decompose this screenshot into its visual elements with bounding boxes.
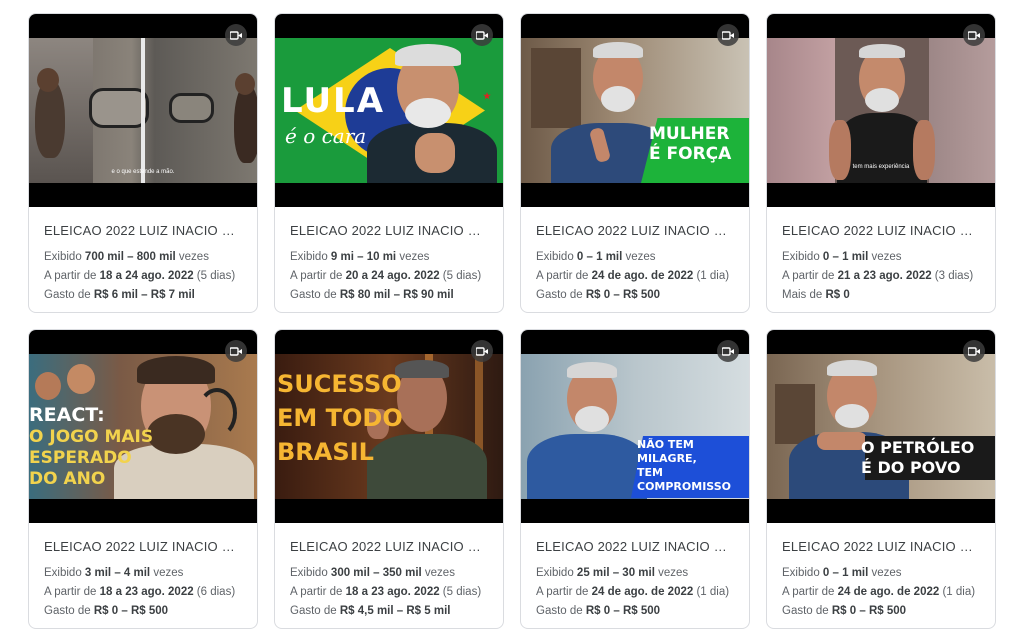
ad-thumbnail: e o que estende a mão.: [29, 14, 257, 207]
ad-card[interactable]: NÃO TEM MILAGRE, TEM COMPROMISSO ELEICAO…: [520, 329, 750, 629]
ad-date-range: A partir de 24 de ago. de 2022 (1 dia): [536, 270, 730, 282]
thumb-title: SUCESSO: [277, 370, 402, 398]
ad-date-range: A partir de 21 a 23 ago. 2022 (3 dias): [782, 270, 974, 282]
ad-title: ELEICAO 2022 LUIZ INACIO LU...: [44, 223, 242, 238]
ad-thumbnail: LULA é o cara: [275, 14, 503, 207]
ad-thumbnail: SUCESSO EM TODO BRASIL: [275, 330, 503, 523]
ad-spend: Gasto de R$ 0 – R$ 500: [44, 605, 169, 617]
ad-impressions: Exibido 700 mil – 800 mil vezes: [44, 251, 209, 263]
ad-date-range: A partir de 24 de ago. de 2022 (1 dia): [782, 586, 976, 598]
ad-title: ELEICAO 2022 LUIZ INACIO LU...: [290, 223, 488, 238]
ad-spend: Gasto de R$ 4,5 mil – R$ 5 mil: [290, 605, 451, 617]
thumb-title: MULHER: [649, 124, 730, 144]
thumb-subtitle: COMPROMISSO: [637, 480, 731, 493]
video-camera-icon: [225, 24, 247, 46]
ad-date-range: A partir de 24 de ago. de 2022 (1 dia): [536, 586, 730, 598]
thumb-subtitle: MILAGRE,: [637, 452, 697, 465]
ad-impressions: Exibido 0 – 1 mil vezes: [536, 251, 656, 263]
thumb-title: LULA: [281, 81, 386, 121]
thumb-subtitle: É FORÇA: [649, 144, 732, 164]
ad-date-range: A partir de 18 a 23 ago. 2022 (6 dias): [44, 586, 236, 598]
thumb-subtitle: DO ANO: [29, 469, 106, 489]
ad-spend: Gasto de R$ 80 mil – R$ 90 mil: [290, 289, 454, 301]
thumb-subtitle: O JOGO MAIS: [29, 427, 154, 447]
video-camera-icon: [717, 340, 739, 362]
thumb-subtitle: BRASIL: [277, 438, 374, 466]
ad-card[interactable]: O PETRÓLEO É DO POVO ELEICAO 2022 LUIZ I…: [766, 329, 996, 629]
thumb-subtitle: EM TODO: [277, 404, 403, 432]
thumb-subtitle: ESPERADO: [29, 448, 132, 468]
video-camera-icon: [963, 340, 985, 362]
ad-impressions: Exibido 9 mi – 10 mi vezes: [290, 251, 430, 263]
ad-date-range: A partir de 20 a 24 ago. 2022 (5 dias): [290, 270, 482, 282]
ad-grid: e o que estende a mão. ELEICAO 2022 LUIZ…: [28, 13, 996, 629]
video-camera-icon: [717, 24, 739, 46]
ad-spend: Mais de R$ 0: [782, 289, 850, 301]
ad-title: ELEICAO 2022 LUIZ INACIO LU...: [44, 539, 242, 554]
ad-card[interactable]: SUCESSO EM TODO BRASIL ELEICAO 2022 LUIZ…: [274, 329, 504, 629]
thumb-subtitle: e o que estende a mão.: [111, 169, 175, 175]
ad-impressions: Exibido 0 – 1 mil vezes: [782, 567, 902, 579]
ad-date-range: A partir de 18 a 23 ago. 2022 (5 dias): [290, 586, 482, 598]
video-camera-icon: [471, 340, 493, 362]
thumb-subtitle: É DO POVO: [861, 458, 961, 477]
ad-impressions: Exibido 3 mil – 4 mil vezes: [44, 567, 184, 579]
thumb-title: REACT:: [29, 404, 105, 426]
ad-thumbnail: tem mais experiência: [767, 14, 995, 207]
video-camera-icon: [225, 340, 247, 362]
ad-card[interactable]: LULA é o cara ELEICAO 2022 LUIZ INACIO L…: [274, 13, 504, 313]
ad-card[interactable]: e o que estende a mão. ELEICAO 2022 LUIZ…: [28, 13, 258, 313]
ad-spend: Gasto de R$ 0 – R$ 500: [782, 605, 907, 617]
ad-card[interactable]: REACT: O JOGO MAIS ESPERADO DO ANO ELEIC…: [28, 329, 258, 629]
thumb-subtitle: é o cara: [285, 124, 367, 148]
ad-spend: Gasto de R$ 0 – R$ 500: [536, 289, 661, 301]
ad-spend: Gasto de R$ 0 – R$ 500: [536, 605, 661, 617]
ad-thumbnail: REACT: O JOGO MAIS ESPERADO DO ANO: [29, 330, 257, 523]
thumb-subtitle: TEM: [637, 466, 663, 479]
thumb-title: O PETRÓLEO: [861, 438, 975, 457]
video-camera-icon: [471, 24, 493, 46]
ad-spend: Gasto de R$ 6 mil – R$ 7 mil: [44, 289, 195, 301]
ad-title: ELEICAO 2022 LUIZ INACIO LU...: [290, 539, 488, 554]
thumb-title: NÃO TEM: [637, 438, 694, 451]
thumb-subtitle: tem mais experiência: [852, 164, 910, 170]
ad-impressions: Exibido 0 – 1 mil vezes: [782, 251, 902, 263]
ad-thumbnail: NÃO TEM MILAGRE, TEM COMPROMISSO: [521, 330, 749, 523]
ad-title: ELEICAO 2022 LUIZ INACIO LU...: [782, 223, 980, 238]
ad-impressions: Exibido 300 mil – 350 mil vezes: [290, 567, 455, 579]
ad-impressions: Exibido 25 mil – 30 mil vezes: [536, 567, 689, 579]
ad-card[interactable]: MULHER É FORÇA ELEICAO 2022 LUIZ INACIO …: [520, 13, 750, 313]
ad-title: ELEICAO 2022 LUIZ INACIO LU...: [782, 539, 980, 554]
ad-date-range: A partir de 18 a 24 ago. 2022 (5 dias): [44, 270, 236, 282]
ad-thumbnail: O PETRÓLEO É DO POVO: [767, 330, 995, 523]
video-camera-icon: [963, 24, 985, 46]
ad-title: ELEICAO 2022 LUIZ INACIO LU...: [536, 223, 734, 238]
ad-thumbnail: MULHER É FORÇA: [521, 14, 749, 207]
ad-card[interactable]: tem mais experiência ELEICAO 2022 LUIZ I…: [766, 13, 996, 313]
ad-title: ELEICAO 2022 LUIZ INACIO LU...: [536, 539, 734, 554]
